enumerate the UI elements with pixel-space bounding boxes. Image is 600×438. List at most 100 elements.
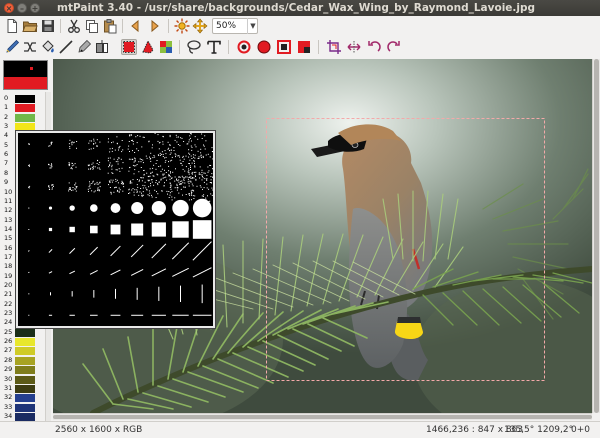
brush-shape-cell[interactable]	[131, 223, 144, 236]
brush-shape-cell[interactable]	[48, 206, 53, 210]
brush-shape-cell[interactable]	[128, 177, 148, 197]
brush-shape-cell[interactable]	[148, 133, 171, 156]
brush-shape-cell[interactable]	[192, 241, 212, 261]
save-file-button[interactable]	[40, 18, 56, 34]
vertical-scrollbar[interactable]	[592, 59, 600, 413]
zoom-dropdown-button[interactable]: ▼	[247, 18, 258, 34]
brush-shape-cell[interactable]	[188, 171, 213, 203]
gradient-tool-button[interactable]	[158, 39, 174, 55]
brush-shape-cell[interactable]	[130, 268, 144, 276]
brush-shape-cell[interactable]	[110, 224, 121, 235]
brush-shape-cell[interactable]	[192, 267, 212, 278]
palette-swatch[interactable]	[15, 375, 35, 384]
palette-swatch[interactable]	[15, 328, 35, 337]
brush-shape-cell[interactable]	[28, 271, 30, 274]
brush-shape-cell[interactable]	[48, 141, 53, 147]
select-polygon-tool-button[interactable]	[140, 39, 156, 55]
crop-button[interactable]	[326, 39, 342, 55]
palette-entry[interactable]: 26	[3, 337, 48, 347]
brush-shape-cell[interactable]	[90, 204, 98, 212]
shuffle-tool-button[interactable]	[22, 39, 38, 55]
palette-entry[interactable]: 27	[3, 346, 48, 356]
palette-entry[interactable]: 1	[3, 103, 48, 113]
brush-shape-cell[interactable]	[172, 267, 189, 277]
line-tool-button[interactable]	[58, 39, 74, 55]
filled-ellipse-button[interactable]	[256, 39, 272, 55]
paste-button[interactable]	[102, 18, 118, 34]
vertical-scroll-thumb[interactable]	[594, 59, 599, 413]
brush-shape-cell[interactable]	[110, 245, 121, 257]
background-color-swatch[interactable]	[4, 77, 47, 89]
palette-entry[interactable]: 28	[3, 356, 48, 365]
palette-swatch[interactable]	[15, 366, 35, 375]
horizontal-scrollbar[interactable]	[53, 413, 592, 420]
clone-tool-button[interactable]	[94, 39, 110, 55]
brush-shape-cell[interactable]	[28, 229, 30, 230]
brush-shape-cell[interactable]	[149, 153, 171, 178]
brush-shape-cell[interactable]	[68, 139, 78, 149]
brush-shape-popup[interactable]	[16, 131, 215, 328]
brush-shape-cell[interactable]	[28, 185, 31, 189]
palette-entry[interactable]: 25	[3, 328, 48, 337]
brush-shape-cell[interactable]	[131, 202, 144, 215]
outline-rectangle-button[interactable]	[276, 39, 292, 55]
brush-shape-cell[interactable]	[171, 242, 190, 260]
brush-shape-cell[interactable]	[169, 173, 195, 201]
color-selector[interactable]	[3, 60, 48, 90]
palette-entry[interactable]: 2	[3, 113, 48, 122]
select-rectangle-tool-button[interactable]	[121, 39, 137, 55]
palette-swatch[interactable]	[15, 403, 35, 412]
flip-button[interactable]	[346, 39, 362, 55]
brush-shape-cell[interactable]	[68, 182, 78, 192]
copy-button[interactable]	[84, 18, 100, 34]
palette-entry[interactable]: 33	[3, 403, 48, 412]
paint-tool-button[interactable]	[4, 39, 20, 55]
brush-shape-cell[interactable]	[28, 164, 30, 167]
brush-shape-grid[interactable]	[18, 133, 213, 326]
brush-shape-cell[interactable]	[69, 205, 75, 211]
palette-swatch[interactable]	[15, 123, 35, 132]
text-tool-button[interactable]	[206, 39, 222, 55]
brush-shape-cell[interactable]	[147, 175, 171, 198]
brush-shape-cell[interactable]	[48, 163, 53, 169]
new-file-button[interactable]	[4, 18, 20, 34]
horizontal-scroll-thumb[interactable]	[53, 415, 592, 419]
brush-shape-cell[interactable]	[130, 244, 144, 258]
palette-swatch[interactable]	[15, 347, 35, 356]
minimize-window-button[interactable]: –	[17, 3, 27, 13]
brush-shape-cell[interactable]	[192, 198, 212, 218]
pan-window-button[interactable]	[192, 18, 208, 34]
brush-shape-cell[interactable]	[90, 225, 98, 234]
brush-shape-cell[interactable]	[88, 138, 101, 150]
close-window-button[interactable]: ×	[4, 3, 14, 13]
palette-entry[interactable]: 31	[3, 384, 48, 393]
palette-swatch[interactable]	[15, 384, 35, 393]
outline-ellipse-button[interactable]	[236, 39, 252, 55]
brush-shape-cell[interactable]	[89, 270, 98, 275]
brush-shape-cell[interactable]	[188, 150, 213, 181]
brush-shape-cell[interactable]	[28, 207, 30, 209]
brush-shape-cell[interactable]	[28, 143, 30, 145]
brush-shape-cell[interactable]	[110, 269, 121, 276]
brush-shape-cell[interactable]	[87, 180, 101, 193]
brush-shape-cell[interactable]	[87, 159, 101, 170]
rotate-right-button[interactable]	[386, 39, 402, 55]
brush-shape-cell[interactable]	[69, 270, 76, 275]
palette-entry[interactable]: 29	[3, 365, 48, 375]
brush-shape-cell[interactable]	[69, 247, 76, 254]
brush-shape-cell[interactable]	[151, 268, 167, 277]
brush-shape-cell[interactable]	[107, 136, 124, 153]
palette-swatch[interactable]	[15, 412, 35, 421]
brush-shape-cell[interactable]	[89, 246, 98, 256]
brush-shape-cell[interactable]	[69, 226, 75, 233]
filled-rectangle-button[interactable]	[296, 39, 312, 55]
maximize-window-button[interactable]: +	[30, 3, 40, 13]
brush-shape-cell[interactable]	[128, 155, 148, 176]
palette-swatch[interactable]	[15, 95, 35, 103]
smudge-tool-button[interactable]	[76, 39, 92, 55]
brush-shape-cell[interactable]	[48, 248, 53, 253]
palette-entry[interactable]: 0	[3, 94, 48, 103]
brush-shape-cell[interactable]	[108, 178, 125, 195]
brush-shape-cell[interactable]	[107, 157, 124, 174]
foreground-color-swatch[interactable]	[4, 61, 47, 74]
